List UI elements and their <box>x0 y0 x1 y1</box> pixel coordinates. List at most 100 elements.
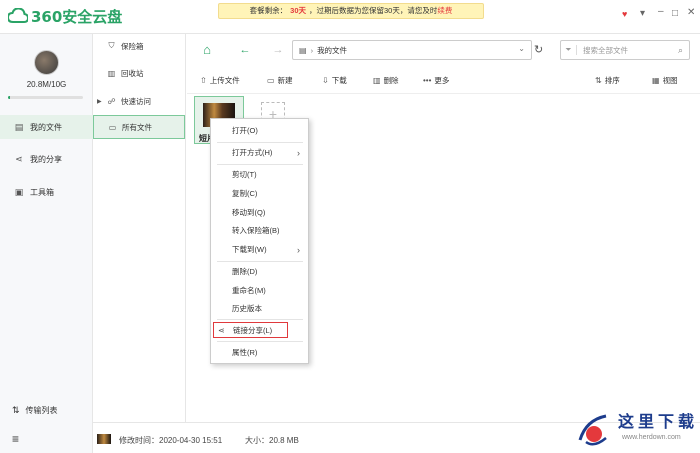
download-button[interactable]: ⇩ 下载 <box>322 74 347 86</box>
menu-item-label: 下载到(W) <box>232 245 267 254</box>
banner-middle: ，过期后数据为您保留30天，请您及时 <box>309 6 438 15</box>
sort-label: 排序 <box>604 75 620 85</box>
menu-item-label: 剪切(T) <box>232 170 257 179</box>
delete-button[interactable]: ▥ 删除 <box>373 74 399 86</box>
menu-item-move-to[interactable]: 移动到(Q) <box>211 205 308 221</box>
subnav-item-label: 保险箱 <box>121 41 144 51</box>
sidebar-item-my-files[interactable]: ▤ 我的文件 <box>0 115 93 139</box>
folder-icon: ▤ <box>299 45 307 55</box>
storage-quota-bar <box>8 96 83 99</box>
maximize-icon[interactable]: □ <box>672 8 678 19</box>
transfer-list-button[interactable]: ⇅ 传输列表 <box>0 400 93 420</box>
context-menu: 打开(O) 打开方式(H) › 剪切(T) 复制(C) 移动到(Q) 转入保险箱(… <box>210 118 309 364</box>
home-icon[interactable]: ⌂ <box>199 42 215 58</box>
transfer-list-label: 传输列表 <box>25 405 58 415</box>
modified-time: 修改时间：2020-04-30 15:51 <box>119 436 223 445</box>
shirt-icon[interactable]: ♥ <box>622 9 627 19</box>
menu-item-download-to[interactable]: 下载到(W) › <box>211 242 308 258</box>
secondary-sidebar: ⛉ 保险箱 ▥ 回收站 ▶ ☍ 快速访问 ▭ 所有文件 <box>93 34 186 422</box>
download-label: 下载 <box>331 75 347 85</box>
search-input[interactable]: ⏷ 搜索全部文件 ⌕ <box>560 40 690 60</box>
menu-item-rename[interactable]: 重命名(M) <box>211 283 308 299</box>
menu-item-history[interactable]: 历史版本 <box>211 301 308 317</box>
sidebar-item-toolbox[interactable]: ▣ 工具箱 <box>0 180 93 204</box>
expand-arrow-icon[interactable]: ▶ <box>97 98 102 105</box>
close-icon[interactable]: ✕ <box>687 7 695 18</box>
sidebar-item-label: 我的文件 <box>30 122 62 132</box>
menu-item-label: 打开(O) <box>232 126 258 135</box>
minimize-icon[interactable]: – <box>658 6 664 17</box>
expiry-banner: 套餐剩余： 30天 ，过期后数据为您保留30天，请您及时续费 <box>218 3 484 19</box>
sidebar-item-my-share[interactable]: ⋖ 我的分享 <box>0 147 93 171</box>
subnav-item-recycle-bin[interactable]: ▥ 回收站 <box>93 61 185 85</box>
watermark-logo-icon <box>578 414 607 446</box>
renew-link[interactable]: 续费 <box>437 6 452 15</box>
refresh-icon[interactable]: ↻ <box>534 43 543 56</box>
new-label: 新建 <box>277 75 293 85</box>
search-icon[interactable]: ⌕ <box>678 45 683 56</box>
toolbox-icon: ▣ <box>14 187 24 197</box>
menu-item-move-to-safe[interactable]: 转入保险箱(B) <box>211 223 308 239</box>
menu-item-copy[interactable]: 复制(C) <box>211 186 308 202</box>
upload-icon: ⇧ <box>200 75 207 85</box>
new-button[interactable]: ▭ 新建 <box>267 74 293 86</box>
gear-icon[interactable]: ▾ <box>640 8 645 19</box>
menu-item-link-share[interactable]: ⋖ 链接分享(L) <box>213 322 288 338</box>
delete-icon: ▥ <box>373 75 381 85</box>
download-icon: ⇩ <box>322 75 329 85</box>
watermark: 这里下载 www.herdown.com <box>572 406 700 453</box>
sidebar-item-label: 我的分享 <box>30 154 62 164</box>
delete-label: 删除 <box>383 75 399 85</box>
shield-icon: ⛉ <box>108 41 115 50</box>
trash-icon: ▥ <box>107 68 116 78</box>
forward-icon[interactable]: → <box>270 42 286 58</box>
app-name: 360安全云盘 <box>31 7 123 26</box>
filter-icon[interactable]: ⏷ <box>561 45 577 55</box>
watermark-url: www.herdown.com <box>622 434 681 441</box>
app-logo: 360安全云盘 <box>8 5 122 27</box>
cloud-logo-icon <box>8 8 28 23</box>
file-size: 大小：20.8 MB <box>245 436 299 445</box>
upload-button[interactable]: ⇧ 上传文件 <box>200 74 240 86</box>
menu-divider <box>217 319 303 320</box>
menu-item-label: 重命名(M) <box>232 286 266 295</box>
menu-divider <box>217 261 303 262</box>
menu-item-label: 复制(C) <box>232 189 258 198</box>
menu-item-open-with[interactable]: 打开方式(H) › <box>211 145 308 161</box>
menu-divider <box>217 341 303 342</box>
menu-item-cut[interactable]: 剪切(T) <box>211 167 308 183</box>
avatar[interactable] <box>34 50 59 75</box>
menu-item-label: 删除(D) <box>232 267 258 276</box>
navigation-bar: ⌂ ← → ▤ › 我的文件 ⌄ ↻ ⏷ 搜索全部文件 ⌕ <box>187 34 700 66</box>
action-toolbar: ⇧ 上传文件 ▭ 新建 ⇩ 下载 ▥ 删除 ••• 更多 ⇅ 排序 ▦ 视图 <box>187 66 700 94</box>
chevron-right-icon: › <box>297 245 300 255</box>
back-icon[interactable]: ← <box>237 42 253 58</box>
chevron-down-icon[interactable]: ⌄ <box>518 44 525 53</box>
chevron-right-icon: › <box>297 148 300 158</box>
menu-item-delete[interactable]: 删除(D) <box>211 264 308 280</box>
sort-button[interactable]: ⇅ 排序 <box>595 74 620 86</box>
share-icon: ⋖ <box>218 326 225 335</box>
subnav-item-label: 回收站 <box>121 68 144 78</box>
more-button[interactable]: ••• 更多 <box>423 74 449 86</box>
menu-item-open[interactable]: 打开(O) <box>211 123 308 139</box>
folder-icon: ▭ <box>108 122 117 132</box>
menu-item-label: 历史版本 <box>232 304 262 313</box>
subnav-item-quick-access[interactable]: ▶ ☍ 快速访问 <box>93 89 185 113</box>
sort-icon: ⇅ <box>595 75 602 85</box>
view-label: 视图 <box>662 75 678 85</box>
grid-view-icon: ▦ <box>652 75 660 85</box>
upload-label: 上传文件 <box>209 75 240 85</box>
breadcrumb-item[interactable]: 我的文件 <box>317 45 347 56</box>
hamburger-icon[interactable]: ≡ <box>0 429 93 449</box>
watermark-text: 这里下载 <box>618 412 699 431</box>
file-icon: ▤ <box>14 122 24 132</box>
new-folder-icon: ▭ <box>267 75 275 85</box>
breadcrumb[interactable]: ▤ › 我的文件 ⌄ <box>292 40 532 60</box>
menu-item-properties[interactable]: 属性(R) <box>211 345 308 361</box>
subnav-item-safe[interactable]: ⛉ 保险箱 <box>93 34 185 58</box>
view-button[interactable]: ▦ 视图 <box>652 74 678 86</box>
search-placeholder: 搜索全部文件 <box>583 45 628 55</box>
menu-item-label: 打开方式(H) <box>232 148 273 157</box>
subnav-item-all-files[interactable]: ▭ 所有文件 <box>93 115 185 139</box>
